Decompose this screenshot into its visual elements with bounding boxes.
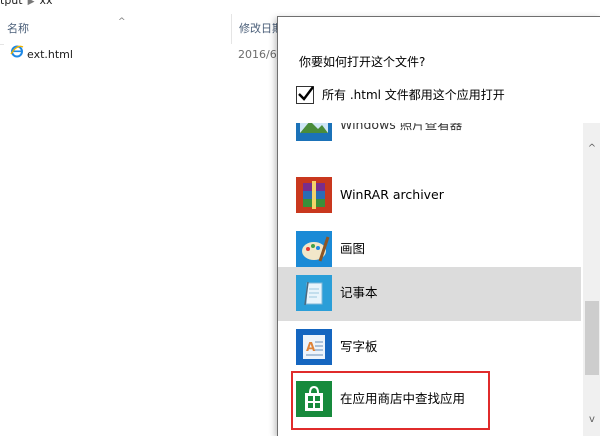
checkmark-icon xyxy=(298,86,314,101)
app-item-winrar[interactable]: WinRAR archiver xyxy=(278,169,581,221)
scrollbar[interactable]: ^ v xyxy=(583,123,600,436)
column-name-label: 名称 xyxy=(7,22,29,35)
column-name[interactable]: 名称 ^ xyxy=(0,14,232,44)
app-item-wordpad[interactable]: A 写字板 xyxy=(278,321,581,373)
app-label: 记事本 xyxy=(340,285,378,300)
always-use-checkbox[interactable] xyxy=(296,86,314,104)
file-name-cell: ext.html xyxy=(10,44,73,66)
app-label: WinRAR archiver xyxy=(340,187,444,202)
winrar-icon xyxy=(296,177,332,213)
scroll-thumb[interactable] xyxy=(585,301,599,375)
scroll-down-icon[interactable]: v xyxy=(583,412,600,428)
paint-icon xyxy=(296,231,332,267)
notepad-icon xyxy=(296,275,332,311)
dialog-title: 你要如何打开这个文件? xyxy=(299,55,426,69)
open-with-dialog: 你要如何打开这个文件? 所有 .html 文件都用这个应用打开 Windows … xyxy=(277,16,600,436)
app-list: Windows 照片查看器 WinRAR archiver 画图 记事本 A 写… xyxy=(278,123,600,436)
always-use-option[interactable]: 所有 .html 文件都用这个应用打开 xyxy=(296,83,505,107)
breadcrumb-separator-icon: ▶ xyxy=(27,0,35,7)
sort-up-icon: ^ xyxy=(118,17,126,27)
wordpad-icon: A xyxy=(296,329,332,365)
app-label: 写字板 xyxy=(340,339,378,354)
breadcrumb: tput ▶ xx xyxy=(0,0,53,8)
file-date: 2016/6/ xyxy=(238,48,281,61)
app-item-photos-viewer[interactable]: Windows 照片查看器 xyxy=(278,123,581,167)
highlight-box xyxy=(291,371,490,430)
breadcrumb-item-tput[interactable]: tput xyxy=(0,0,23,7)
app-label: Windows 照片查看器 xyxy=(340,123,463,132)
file-name-label: ext.html xyxy=(27,48,73,61)
app-item-notepad[interactable]: 记事本 xyxy=(278,267,581,321)
photos-viewer-icon xyxy=(296,123,332,141)
ie-file-icon xyxy=(10,44,24,66)
svg-text:A: A xyxy=(306,340,316,354)
always-use-label: 所有 .html 文件都用这个应用打开 xyxy=(322,88,505,102)
breadcrumb-item-xx[interactable]: xx xyxy=(40,0,53,7)
scroll-up-icon[interactable]: ^ xyxy=(583,141,600,157)
